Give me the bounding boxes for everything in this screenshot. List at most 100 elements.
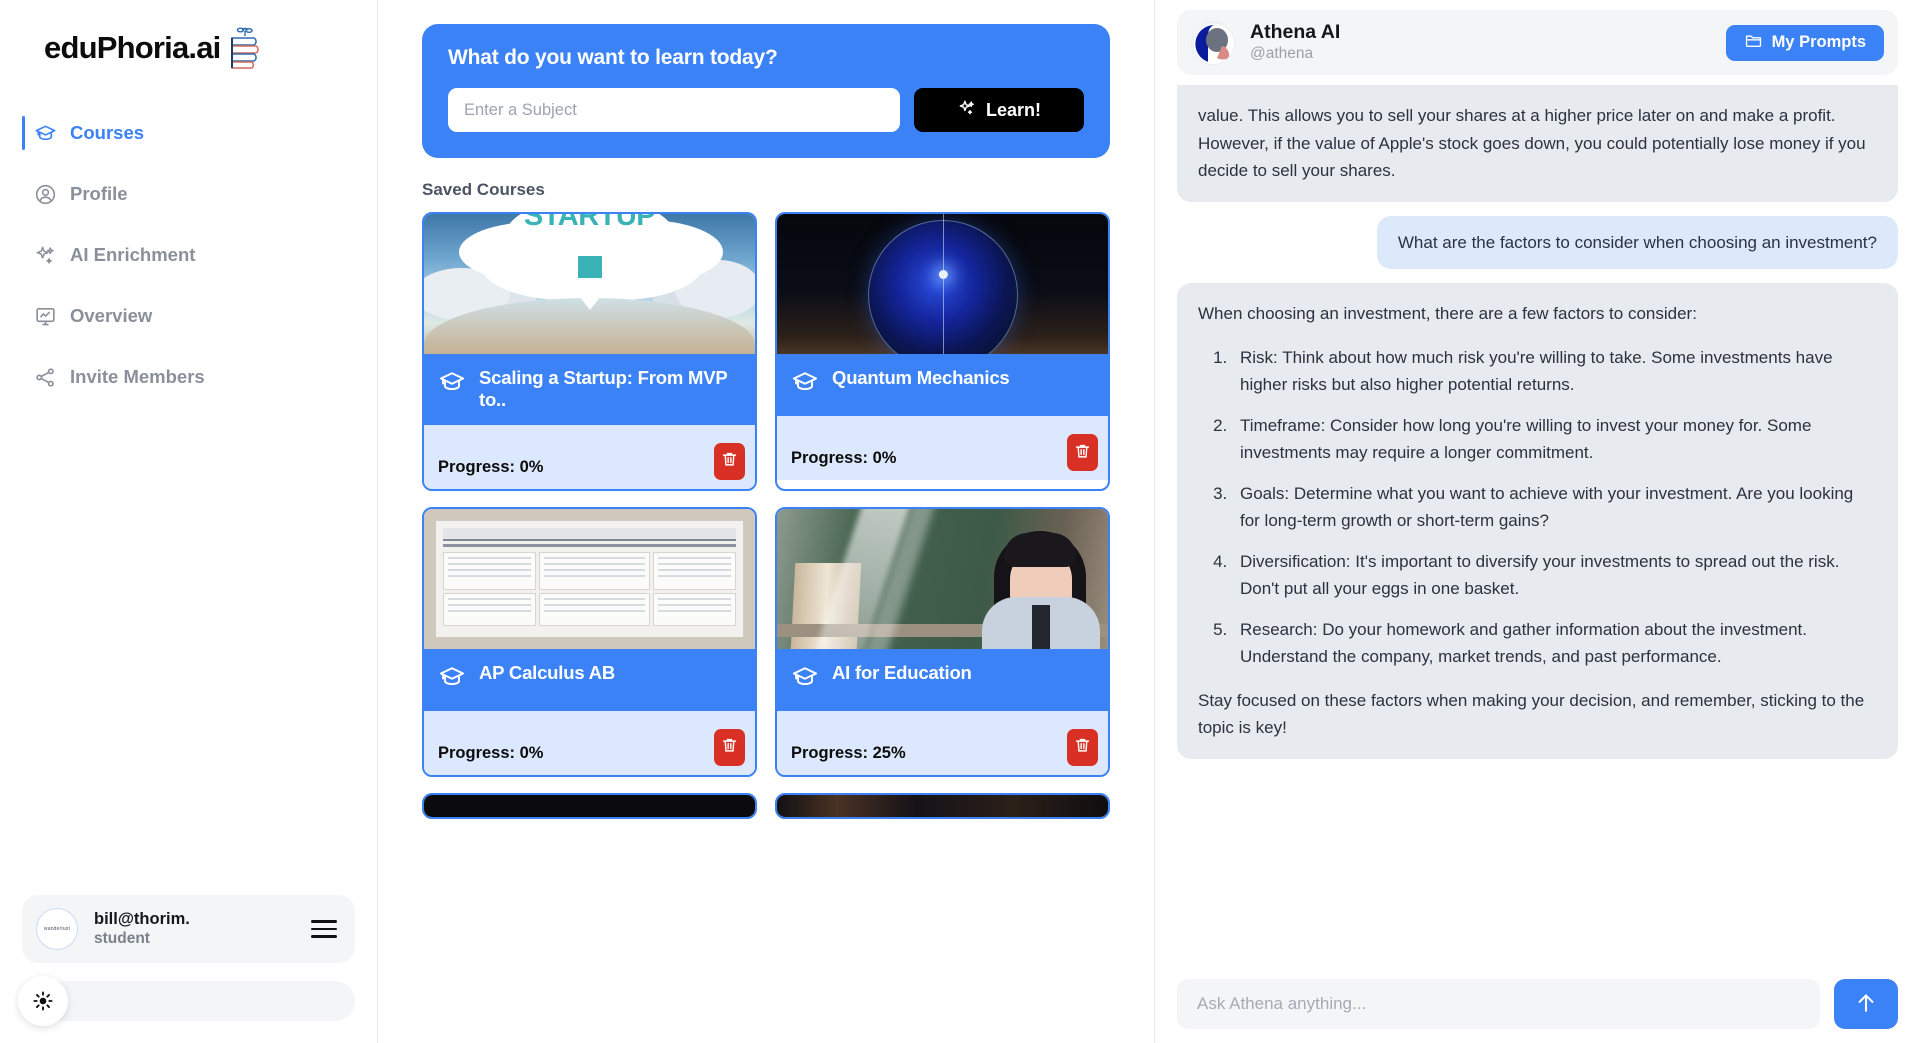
delete-course-button[interactable] (1067, 728, 1098, 766)
course-footer: Progress: 0% (424, 710, 755, 775)
share-icon (33, 365, 57, 389)
sidebar-nav: Courses Profile AI Enrichment Overview I… (0, 108, 377, 413)
chat-identity: Athena AI @athena (1250, 20, 1711, 65)
trash-icon (1073, 736, 1092, 758)
user-account-card[interactable]: wanderlust bill@thorim. student (22, 895, 355, 963)
course-footer: Progress: 25% (777, 710, 1108, 775)
arrow-up-icon (1853, 990, 1879, 1019)
saved-courses-label: Saved Courses (422, 180, 545, 199)
chat-input[interactable] (1177, 979, 1820, 1029)
list-item: Diversification: It's important to diver… (1232, 548, 1877, 603)
course-title: AP Calculus AB (479, 661, 615, 683)
graduation-cap-icon (791, 368, 819, 401)
sidebar-item-overview[interactable]: Overview (0, 291, 377, 341)
course-progress: Progress: 25% (791, 743, 906, 762)
list-item: Timeframe: Consider how long you're will… (1232, 412, 1877, 467)
course-progress: Progress: 0% (791, 449, 897, 467)
user-email: bill@thorim. (94, 909, 190, 928)
sidebar-item-label: Courses (70, 122, 145, 143)
course-title-bar: Scaling a Startup: From MVP to.. (424, 354, 755, 425)
sidebar-item-label: Overview (70, 305, 153, 326)
graduation-cap-icon (33, 121, 57, 145)
thumbnail-text: STARTUP (523, 214, 656, 232)
athena-avatar (1191, 20, 1235, 65)
course-card[interactable]: STARTUP Scaling a Startup: From MVP to.. (422, 212, 757, 491)
course-thumbnail (777, 214, 1108, 354)
chat-name: Athena AI (1250, 21, 1341, 43)
course-thumbnail (777, 508, 1108, 649)
course-thumbnail (424, 508, 755, 649)
learn-panel-title: What do you want to learn today? (448, 46, 778, 69)
chat-header: Athena AI @athena My Prompts (1177, 10, 1898, 76)
chat-message-bot: When choosing an investment, there are a… (1177, 283, 1898, 759)
course-card[interactable]: AP Calculus AB Progress: 0% (422, 506, 757, 777)
delete-course-button[interactable] (714, 728, 745, 766)
list-item: Goals: Determine what you want to achiev… (1232, 480, 1877, 535)
learn-panel-row: Learn! (448, 88, 1084, 132)
sidebar-item-label: AI Enrichment (70, 244, 196, 265)
sidebar-item-ai-enrichment[interactable]: AI Enrichment (0, 230, 377, 280)
delete-course-button[interactable] (714, 442, 745, 480)
hamburger-icon[interactable] (311, 920, 337, 938)
folder-icon (1744, 31, 1763, 55)
message-list: Risk: Think about how much risk you're w… (1198, 344, 1877, 671)
graduation-cap-icon (791, 663, 819, 696)
my-prompts-label: My Prompts (1771, 33, 1866, 52)
user-circle-icon (33, 182, 57, 206)
trash-icon (1073, 442, 1092, 464)
course-title-bar: Quantum Mechanics (777, 354, 1108, 416)
sidebar-item-courses[interactable]: Courses (0, 108, 377, 158)
sidebar-item-profile[interactable]: Profile (0, 169, 377, 219)
course-footer: Progress: 0% (424, 424, 755, 489)
course-card-grid: STARTUP Scaling a Startup: From MVP to.. (422, 212, 1110, 777)
send-message-button[interactable] (1834, 979, 1898, 1029)
message-paragraph: What are the factors to consider when ch… (1397, 232, 1877, 252)
chat-messages[interactable]: value. This allows you to sell your shar… (1177, 85, 1898, 971)
graduation-cap-icon (438, 368, 466, 401)
user-role: student (94, 930, 150, 948)
delete-course-button[interactable] (1067, 434, 1098, 471)
subject-input[interactable] (448, 88, 900, 132)
course-progress: Progress: 0% (438, 457, 544, 476)
chart-board-icon (33, 304, 57, 328)
chat-panel: Athena AI @athena My Prompts value. This… (1155, 0, 1920, 1043)
learn-button-label: Learn! (985, 99, 1041, 120)
sidebar-item-invite-members[interactable]: Invite Members (0, 352, 377, 402)
chat-bubble: value. This allows you to sell your shar… (1177, 85, 1898, 202)
course-card[interactable] (422, 792, 757, 819)
brand-logo-area[interactable]: eduPhoria.ai (0, 0, 377, 70)
course-title: Scaling a Startup: From MVP to.. (479, 367, 728, 410)
chat-message-bot: value. This allows you to sell your shar… (1177, 85, 1898, 202)
sparkles-icon (33, 243, 57, 267)
list-item: Research: Do your homework and gather in… (1232, 616, 1877, 671)
sparkles-icon (957, 98, 977, 123)
graduation-cap-icon (438, 663, 466, 696)
my-prompts-button[interactable]: My Prompts (1725, 24, 1884, 61)
trash-icon (720, 450, 739, 472)
sun-icon (18, 976, 68, 1026)
course-title: Quantum Mechanics (832, 367, 1010, 388)
course-card[interactable] (775, 792, 1110, 819)
course-card[interactable]: Quantum Mechanics Progress: 0% (775, 212, 1110, 491)
course-title-bar: AI for Education (777, 648, 1108, 711)
avatar-label: wanderlust (43, 926, 71, 932)
course-thumbnail: STARTUP (424, 214, 755, 354)
learn-button[interactable]: Learn! (914, 88, 1084, 132)
list-item: Risk: Think about how much risk you're w… (1232, 344, 1877, 399)
avatar: wanderlust (36, 908, 78, 950)
scroll-fade (378, 1001, 1154, 1043)
learn-panel: What do you want to learn today? Learn! (422, 24, 1110, 158)
message-closing: Stay focused on these factors when makin… (1198, 690, 1865, 738)
course-title: AI for Education (832, 661, 972, 683)
course-thumbnail (424, 794, 755, 817)
message-paragraph: When choosing an investment, there are a… (1198, 304, 1697, 324)
user-meta: bill@thorim. student (94, 909, 295, 950)
course-card[interactable]: AI for Education Progress: 25% (775, 506, 1110, 777)
theme-toggle[interactable] (18, 976, 355, 1026)
sidebar-item-label: Invite Members (70, 366, 205, 387)
chat-bubble: What are the factors to consider when ch… (1376, 215, 1898, 270)
main-content: What do you want to learn today? Learn! … (378, 0, 1155, 1043)
chat-composer (1177, 971, 1898, 1029)
sidebar-item-label: Profile (70, 183, 128, 204)
chat-handle: @athena (1250, 45, 1314, 63)
